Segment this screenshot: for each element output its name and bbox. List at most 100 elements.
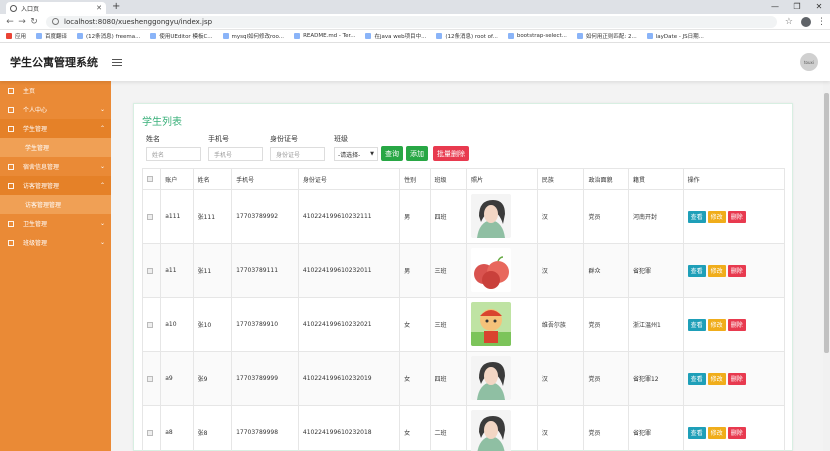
row-checkbox[interactable]: [147, 429, 153, 436]
row-checkbox[interactable]: [147, 375, 153, 382]
bookmark-item[interactable]: bootstrap-select...: [507, 33, 567, 39]
close-tab-icon[interactable]: ✕: [96, 4, 102, 12]
sidebar-item-label: 访客管理管理: [23, 183, 60, 190]
select-all-checkbox[interactable]: [147, 176, 153, 182]
sidebar-subitem[interactable]: 学生管理: [0, 138, 111, 157]
bookmark-item[interactable]: 应用: [6, 32, 26, 40]
edit-button[interactable]: 修改: [707, 372, 726, 385]
view-button[interactable]: 查看: [687, 426, 706, 439]
cell-actions: 查看 修改 删除: [682, 189, 786, 244]
account-icon[interactable]: [801, 16, 811, 27]
app-title: 学生公寓管理系统: [10, 56, 98, 69]
avatar[interactable]: touxi: [800, 53, 818, 71]
class-select[interactable]: -请选择- ▼: [334, 147, 378, 161]
view-button[interactable]: 查看: [687, 210, 706, 223]
delete-button[interactable]: 删除: [727, 426, 746, 439]
column-header: 操作: [682, 168, 786, 190]
row-checkbox[interactable]: [147, 267, 153, 274]
bookmark-label: 在java web项目中...: [374, 34, 427, 40]
edit-button[interactable]: 修改: [707, 264, 726, 277]
sidebar-item[interactable]: 个人中心 ⌄: [0, 100, 111, 119]
row-checkbox[interactable]: [147, 213, 153, 220]
name-input[interactable]: 姓名: [146, 147, 201, 161]
bookmark-item[interactable]: 在java web项目中...: [365, 32, 426, 40]
cell-ethnic: 汉: [536, 243, 585, 298]
sidebar-item[interactable]: 卫生管理 ⌄: [0, 214, 111, 233]
hamburger-menu-icon[interactable]: [112, 58, 122, 66]
cell-idcard: 410224199610232111: [297, 189, 401, 244]
bookmark-label: 百度翻译: [45, 34, 68, 40]
bookmark-label: README.md - Ter...: [303, 33, 356, 39]
reload-icon[interactable]: ↻: [28, 17, 40, 27]
sidebar-item[interactable]: 访客管理管理 ⌃: [0, 176, 111, 195]
view-button[interactable]: 查看: [687, 264, 706, 277]
edit-button[interactable]: 修改: [707, 318, 726, 331]
cell-class: 三班: [429, 243, 467, 298]
sidebar-item-label: 卫生管理: [23, 221, 48, 228]
column-header: 姓名: [192, 168, 233, 190]
student-photo: [470, 193, 533, 240]
batch-delete-button[interactable]: 批量删除: [433, 146, 469, 161]
forward-icon[interactable]: →: [16, 17, 28, 27]
cell-political: 党员: [583, 405, 629, 451]
delete-button[interactable]: 删除: [727, 318, 746, 331]
cell-account: a8: [160, 405, 194, 451]
delete-button[interactable]: 删除: [727, 372, 746, 385]
cell-phone: 17703789992: [231, 189, 299, 244]
info-icon[interactable]: [52, 18, 59, 25]
bookmark-item[interactable]: (12条消息) freema...: [77, 32, 140, 40]
cell-name: 张11: [192, 243, 233, 298]
menu-kebab-icon[interactable]: ⋮: [817, 17, 826, 27]
column-header: 班级: [429, 168, 467, 190]
view-button[interactable]: 查看: [687, 372, 706, 385]
bookmarks-bar: 应用 百度翻译 (12条消息) freema... 使用UEditor 模板C... m…: [0, 30, 830, 43]
add-button[interactable]: 添加: [406, 146, 428, 161]
sidebar-item[interactable]: 班级管理 ⌄: [0, 233, 111, 252]
close-window-icon[interactable]: ✕: [808, 0, 830, 14]
back-icon[interactable]: ←: [4, 17, 16, 27]
bookmark-label: 如何用正则匹配: 2...: [585, 34, 637, 40]
phone-label: 手机号: [208, 135, 229, 143]
cell-photo: [465, 189, 538, 244]
edit-button[interactable]: 修改: [707, 426, 726, 439]
bookmark-item[interactable]: mysql如何修改roo...: [222, 32, 284, 40]
edit-button[interactable]: 修改: [707, 210, 726, 223]
cell-gender: 女: [399, 297, 431, 352]
bookmark-item[interactable]: (12条消息) root of...: [436, 32, 498, 40]
sidebar-item[interactable]: 主页: [0, 81, 111, 100]
new-tab-icon[interactable]: +: [112, 1, 120, 12]
bookmark-star-icon[interactable]: ☆: [785, 17, 793, 27]
browser-tab[interactable]: 入口页 ✕: [6, 2, 106, 14]
phone-input[interactable]: 手机号: [208, 147, 263, 161]
scrollbar[interactable]: [823, 81, 830, 451]
bookmark-item[interactable]: 使用UEditor 模板C...: [150, 32, 213, 40]
select-all-cell: [141, 168, 162, 190]
row-select-cell: [141, 243, 162, 298]
delete-button[interactable]: 删除: [727, 210, 746, 223]
bookmark-icon: [36, 33, 43, 39]
view-button[interactable]: 查看: [687, 318, 706, 331]
column-header: 手机号: [231, 168, 299, 190]
cell-actions: 查看 修改 删除: [682, 297, 786, 352]
sidebar-subitem[interactable]: 访客管理管理: [0, 195, 111, 214]
bookmark-icon: [646, 33, 653, 39]
bookmark-item[interactable]: layDate - JS日期...: [646, 32, 704, 40]
cell-hometown: 省犯罪12: [627, 351, 684, 406]
maximize-icon[interactable]: ❐: [786, 0, 808, 14]
column-header: 账户: [160, 168, 194, 190]
sidebar-item[interactable]: 学生管理 ⌃: [0, 119, 111, 138]
cell-class: 四班: [429, 351, 467, 406]
minimize-icon[interactable]: —: [764, 0, 786, 14]
url-field[interactable]: localhost:8080/xueshenggongyu/index.jsp: [46, 15, 777, 28]
row-checkbox[interactable]: [147, 321, 153, 328]
bookmark-item[interactable]: 如何用正则匹配: 2...: [576, 32, 637, 40]
sidebar-item[interactable]: 宿舍信息管理 ⌄: [0, 157, 111, 176]
student-photo: [470, 409, 533, 451]
flag-icon: [8, 87, 14, 94]
scrollbar-thumb[interactable]: [824, 93, 829, 353]
bookmark-item[interactable]: 百度翻译: [36, 32, 67, 40]
search-button[interactable]: 查询: [381, 146, 403, 161]
delete-button[interactable]: 删除: [727, 264, 746, 277]
idcard-input[interactable]: 身份证号: [270, 147, 325, 161]
bookmark-item[interactable]: README.md - Ter...: [294, 33, 355, 39]
